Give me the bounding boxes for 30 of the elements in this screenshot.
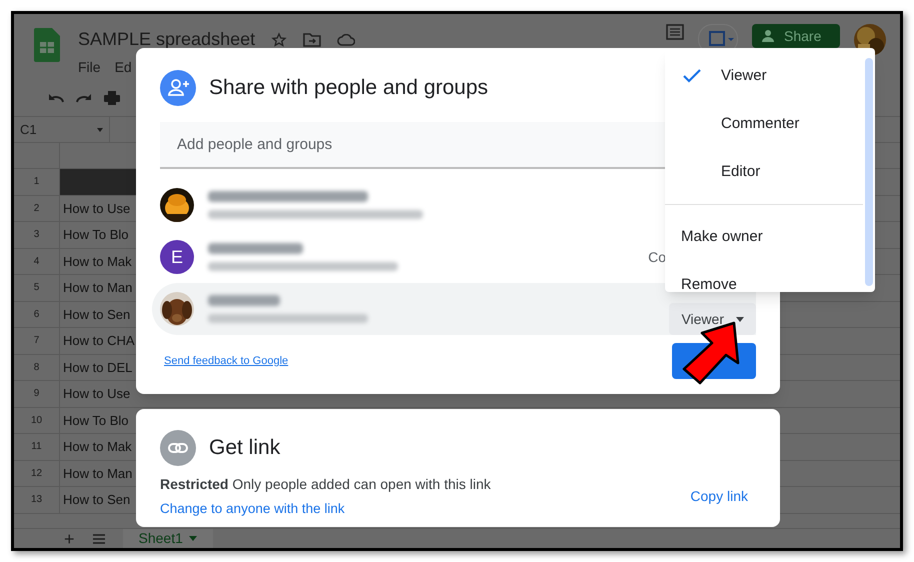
row-number: 4	[14, 248, 60, 274]
row-number: 3	[14, 222, 60, 248]
row-number: 12	[14, 460, 60, 486]
table-cell-text: How to Mak	[62, 252, 132, 270]
document-title: SAMPLE spreadsheet	[78, 28, 256, 51]
row-number: 11	[14, 434, 60, 460]
table-cell-text: How to Use	[62, 200, 130, 218]
table-cell-text: How To Blo	[62, 226, 129, 244]
avatar: E	[160, 240, 194, 274]
row-number: 7	[14, 328, 60, 354]
table-cell-text: How to Man	[62, 464, 132, 482]
dialog-title: Share with people and groups	[209, 75, 488, 102]
role-label: Co	[648, 248, 666, 266]
table-cell-text: How To Blo	[62, 412, 129, 430]
row-number: 8	[14, 354, 60, 380]
row-number: 13	[14, 487, 60, 512]
table-cell-text: How to Man	[62, 279, 132, 297]
card-title: Get link	[209, 435, 280, 462]
table-cell-text: How to Mak	[62, 438, 132, 456]
table-cell-text: How to CHA	[62, 332, 135, 350]
row-number: 6	[14, 302, 60, 327]
row-number: 5	[14, 275, 60, 300]
table-cell-text: How to DEL	[62, 358, 132, 376]
row-number: 9	[14, 381, 60, 406]
table-cell-text: How to Sen	[62, 306, 130, 324]
table-cell-text: How to Sen	[62, 491, 130, 509]
access-description: Restricted Only people added can open with this link	[160, 475, 491, 494]
table-cell-text: How to Use	[62, 385, 130, 403]
row-number: 2	[14, 196, 60, 221]
row-number: 10	[14, 408, 60, 433]
